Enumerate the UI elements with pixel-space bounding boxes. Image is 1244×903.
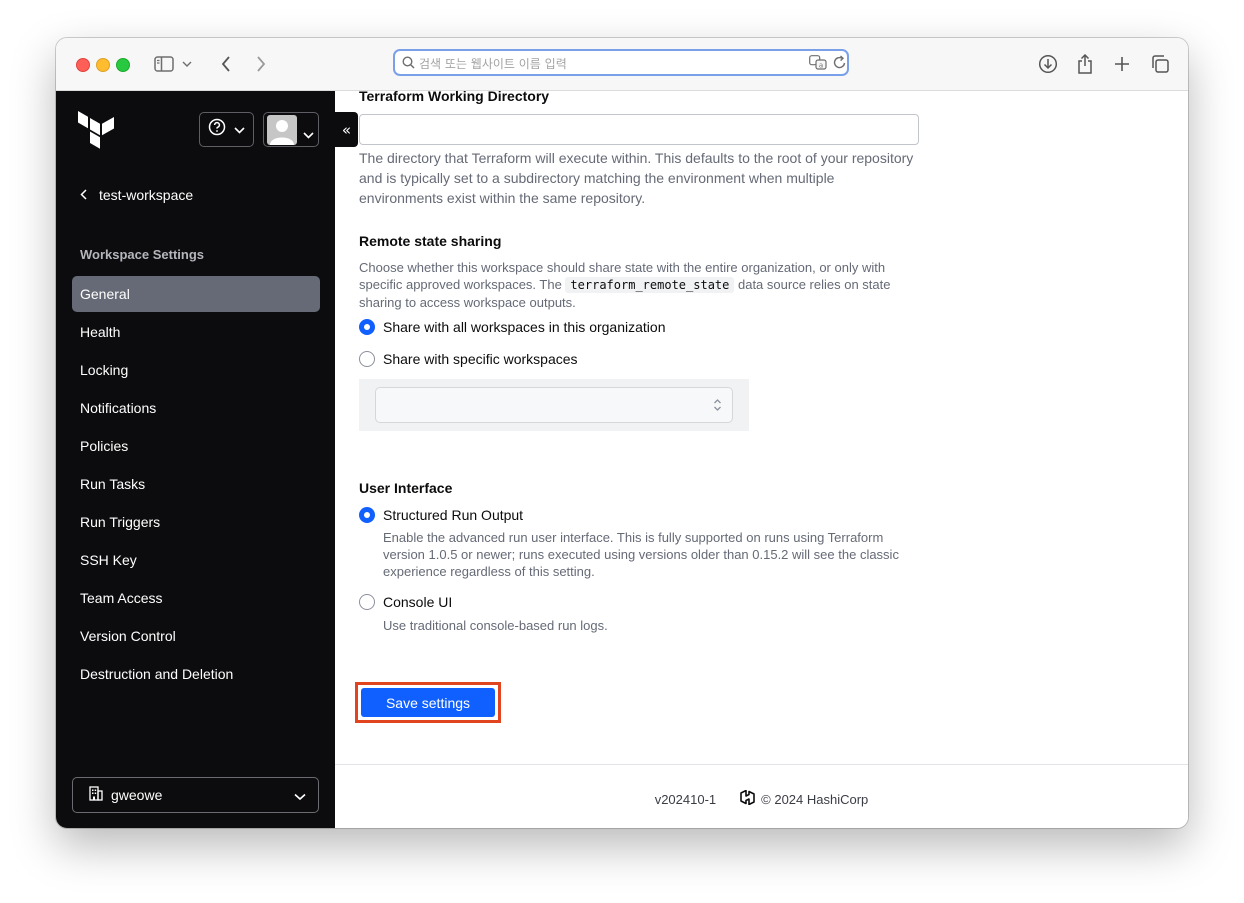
console-ui-radio[interactable] [359, 594, 375, 610]
organization-name: gweowe [111, 787, 163, 803]
zoom-window-button[interactable] [116, 58, 130, 72]
help-menu-button[interactable] [199, 112, 254, 147]
save-settings-button[interactable]: Save settings [361, 688, 495, 717]
share-specific-label: Share with specific workspaces [383, 351, 578, 367]
structured-output-help: Enable the advanced run user interface. … [383, 530, 899, 579]
svg-text:a: a [819, 62, 823, 70]
workspace-select[interactable] [375, 387, 733, 423]
sidebar-item-policies[interactable]: Policies [72, 428, 320, 464]
sidebar-item-health[interactable]: Health [72, 314, 320, 350]
reload-icon[interactable] [833, 55, 847, 75]
remote-state-label: Remote state sharing [359, 233, 502, 249]
user-menu-button[interactable] [263, 112, 319, 147]
sidebar-item-run-tasks[interactable]: Run Tasks [72, 466, 320, 502]
share-specific-radio[interactable] [359, 351, 375, 367]
remote-state-code: terraform_remote_state [565, 277, 735, 293]
console-ui-help: Use traditional console-based run logs. [383, 618, 608, 633]
settings-main: Terraform Working Directory The director… [335, 91, 1188, 828]
browser-window: a [56, 38, 1188, 828]
help-icon [208, 118, 226, 141]
tab-overview-icon[interactable] [1148, 52, 1172, 76]
sidebar-item-general[interactable]: General [72, 276, 320, 312]
address-bar[interactable]: a [393, 49, 849, 76]
structured-output-radio[interactable] [359, 507, 375, 523]
remote-state-help: Choose whether this workspace should sha… [359, 259, 921, 311]
chevron-down-icon[interactable] [180, 52, 194, 76]
workspace-selector-panel [359, 379, 749, 431]
back-arrow-icon[interactable] [214, 52, 238, 76]
settings-nav: General Health Locking Notifications Pol… [72, 276, 320, 694]
structured-output-option[interactable]: Structured Run Output [359, 507, 523, 523]
sidebar-item-ssh-key[interactable]: SSH Key [72, 542, 320, 578]
avatar [267, 115, 297, 145]
structured-output-label: Structured Run Output [383, 507, 524, 523]
minimize-window-button[interactable] [96, 58, 110, 72]
chevron-left-icon [80, 187, 87, 203]
working-directory-input[interactable] [359, 114, 919, 145]
chevron-up-down-icon [713, 398, 722, 417]
forward-arrow-icon[interactable] [249, 52, 273, 76]
back-to-workspace-link[interactable]: test-workspace [80, 185, 193, 205]
back-link-label: test-workspace [99, 187, 194, 203]
chevron-down-icon [303, 126, 314, 144]
share-all-option[interactable]: Share with all workspaces in this organi… [359, 319, 665, 335]
building-icon [89, 786, 103, 804]
sidebar-item-run-triggers[interactable]: Run Triggers [72, 504, 320, 540]
download-icon[interactable] [1036, 52, 1060, 76]
sidebar-item-version-control[interactable]: Version Control [72, 618, 320, 654]
share-icon[interactable] [1073, 52, 1097, 76]
copyright-text: © 2024 HashiCorp [761, 791, 869, 807]
console-ui-option[interactable]: Console UI [359, 594, 452, 610]
page-footer: v202410-1 © 2024 HashiCorp [335, 764, 1188, 828]
share-specific-option[interactable]: Share with specific workspaces [359, 351, 578, 367]
sidebar-section-title: Workspace Settings [80, 247, 205, 262]
working-directory-help: The directory that Terraform will execut… [359, 150, 914, 206]
app-version: v202410-1 [654, 791, 717, 807]
working-directory-label: Terraform Working Directory [359, 91, 550, 104]
console-ui-label: Console UI [383, 594, 453, 610]
translate-icon[interactable]: a [809, 55, 827, 75]
sidebar-item-team-access[interactable]: Team Access [72, 580, 320, 616]
new-tab-icon[interactable] [1110, 52, 1134, 76]
organization-switcher[interactable]: gweowe [72, 777, 319, 813]
share-all-radio[interactable] [359, 319, 375, 335]
hashicorp-logo-icon [740, 789, 755, 808]
footer-copyright: © 2024 HashiCorp [740, 789, 869, 808]
workspace-sidebar: test-workspace Workspace Settings Genera… [56, 91, 335, 828]
chevron-down-icon [294, 788, 306, 804]
url-input[interactable] [417, 53, 801, 74]
share-all-label: Share with all workspaces in this organi… [383, 319, 666, 335]
close-window-button[interactable] [76, 58, 90, 72]
collapse-sidebar-button[interactable]: « [335, 112, 358, 147]
sidebar-item-notifications[interactable]: Notifications [72, 390, 320, 426]
save-button-highlight: Save settings [355, 682, 501, 723]
sidebar-item-locking[interactable]: Locking [72, 352, 320, 388]
search-icon [402, 56, 415, 74]
terraform-logo-icon[interactable] [78, 111, 114, 154]
sidebar-item-destruction-deletion[interactable]: Destruction and Deletion [72, 656, 320, 692]
browser-toolbar: a [56, 38, 1188, 91]
user-interface-label: User Interface [359, 480, 453, 496]
sidebar-toggle-icon[interactable] [152, 52, 176, 76]
chevron-down-icon [234, 121, 245, 139]
